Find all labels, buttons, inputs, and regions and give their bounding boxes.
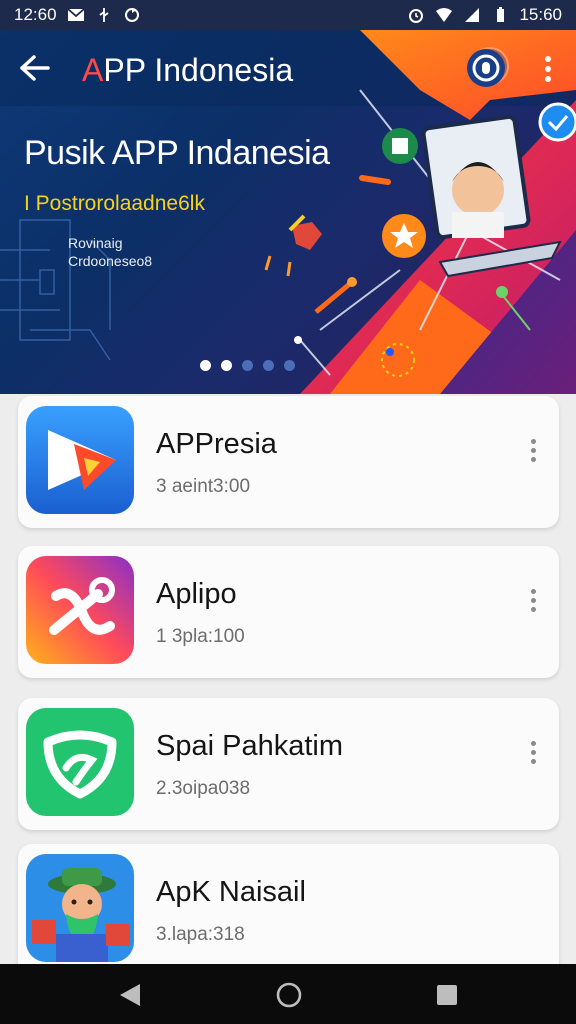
status-left: 12:60 <box>14 5 141 25</box>
page-title-first-letter: A <box>82 52 104 88</box>
carousel-dot[interactable] <box>263 360 274 371</box>
banner-caption: Rovinaig Crdooneseo8 <box>68 234 152 270</box>
status-bar: 12:60 15:60 <box>0 0 576 30</box>
account-icon[interactable] <box>466 48 506 88</box>
status-right: 15:60 <box>407 5 562 25</box>
gradient-app-icon <box>26 556 134 664</box>
banner-subheading: I Postrorolaadne6lk <box>24 192 205 215</box>
app-name: Aplipo <box>156 578 237 610</box>
banner-heading: Pusik APP Indanesia <box>24 134 330 172</box>
system-nav-bar <box>0 964 576 1024</box>
clock-left: 12:60 <box>14 5 57 24</box>
page-title-rest: PP Indonesia <box>103 52 294 88</box>
app-meta: 2.3oipa038 <box>156 778 251 799</box>
hero-banner[interactable]: APP Indonesia Pusik APP Indanesia I Post… <box>0 30 576 394</box>
app-card[interactable]: APPresia 3 aeint3:00 <box>18 396 559 528</box>
sync-icon <box>124 8 139 22</box>
more-vert-icon[interactable] <box>522 586 544 616</box>
shield-app-icon <box>26 708 134 816</box>
carousel-dot[interactable] <box>284 360 295 371</box>
app-bar: APP Indonesia <box>0 30 576 106</box>
app-card[interactable]: Aplipo 1 3pla:100 <box>18 546 559 678</box>
app-name: Spai Pahkatim <box>156 730 343 762</box>
home-circle-icon[interactable] <box>274 980 304 1010</box>
page-title: APP Indonesia <box>82 52 293 89</box>
more-vert-icon[interactable] <box>522 436 544 466</box>
app-meta: 1 3pla:100 <box>156 626 245 647</box>
more-vert-icon[interactable] <box>522 738 544 768</box>
back-triangle-icon[interactable] <box>116 980 146 1010</box>
carousel-indicator <box>200 360 295 371</box>
usb-icon <box>99 8 109 22</box>
back-arrow-icon[interactable] <box>18 52 52 84</box>
carousel-dot[interactable] <box>242 360 253 371</box>
banner-caption-line2: Crdooneseo8 <box>68 253 153 269</box>
recents-square-icon[interactable] <box>432 980 462 1010</box>
mail-icon <box>66 8 85 21</box>
wifi-icon <box>436 8 453 22</box>
carousel-dot[interactable] <box>200 360 211 371</box>
app-card[interactable]: ApK Naisail 3.lapa:318 <box>18 844 559 976</box>
signal-icon <box>465 8 480 22</box>
carousel-dot[interactable] <box>221 360 232 371</box>
more-vert-icon[interactable] <box>534 52 562 86</box>
character-app-icon <box>26 854 134 962</box>
app-card[interactable]: Spai Pahkatim 2.3oipa038 <box>18 698 559 830</box>
app-name: APPresia <box>156 428 277 460</box>
app-meta: 3.lapa:318 <box>156 924 245 945</box>
battery-icon <box>497 7 505 22</box>
banner-caption-line1: Rovinaig <box>68 235 123 251</box>
alarm-icon <box>409 9 424 23</box>
app-name: ApK Naisail <box>156 876 306 908</box>
play-arrow-app-icon <box>26 406 134 514</box>
clock-right: 15:60 <box>519 5 562 24</box>
app-meta: 3 aeint3:00 <box>156 476 251 497</box>
